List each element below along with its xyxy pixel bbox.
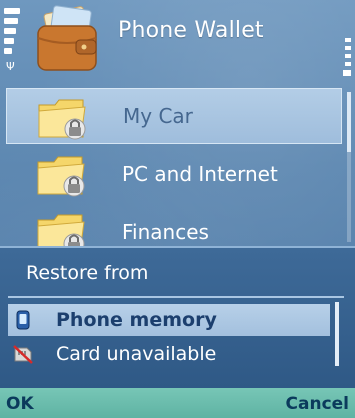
list-item-label: Finances — [122, 220, 209, 244]
list-item-label: PC and Internet — [122, 162, 278, 186]
list-item-my-car[interactable]: My Car — [6, 88, 342, 144]
option-label: Card unavailable — [56, 343, 217, 365]
memory-card-unavailable-icon — [13, 345, 33, 364]
option-label: Phone memory — [56, 309, 217, 331]
cancel-softkey[interactable]: Cancel — [286, 394, 349, 414]
phone-memory-icon — [16, 310, 30, 330]
popup-divider — [8, 296, 344, 298]
option-card-unavailable[interactable]: Card unavailable — [8, 338, 330, 370]
popup-scrollbar[interactable] — [335, 302, 339, 366]
locked-folder-icon — [37, 156, 85, 197]
ok-softkey[interactable]: OK — [6, 394, 34, 414]
list-item-label: My Car — [123, 104, 193, 128]
restore-popup: Restore from Phone memory Card unavailab… — [0, 246, 355, 388]
signal-strength-icon: Ψ — [4, 8, 20, 73]
app-title: Phone Wallet — [118, 18, 264, 43]
locked-folder-icon — [38, 99, 86, 140]
battery-icon — [341, 38, 351, 78]
header: Ψ Phone Wallet — [0, 0, 355, 82]
wallet-icon — [37, 5, 97, 71]
list-scrollbar[interactable] — [347, 92, 351, 242]
phone-screen: Ψ Phone Wallet My Car PC and Internet Fi… — [0, 0, 355, 418]
list-scrollbar-thumb[interactable] — [347, 92, 351, 152]
popup-title: Restore from — [26, 262, 149, 284]
option-phone-memory[interactable]: Phone memory — [8, 304, 330, 336]
list-item-pc-and-internet[interactable]: PC and Internet — [6, 146, 342, 202]
softkey-bar: OK Cancel — [0, 388, 355, 418]
